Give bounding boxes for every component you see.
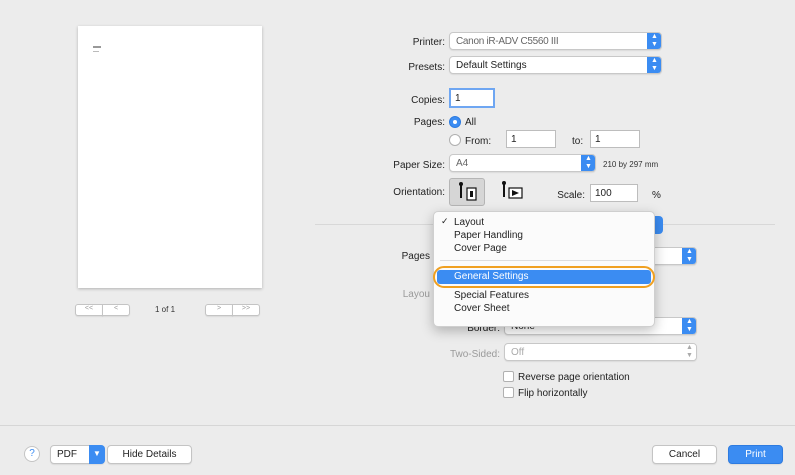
printer-value: Canon iR-ADV C5560 III	[456, 36, 559, 47]
chevron-updown-icon: ▲ ▼	[647, 57, 661, 73]
preview-content-mark	[93, 51, 99, 52]
presets-label: Presets:	[408, 62, 445, 73]
menu-item-paper-handling[interactable]: Paper Handling	[454, 230, 523, 241]
print-button[interactable]: Print	[728, 445, 783, 464]
copies-input[interactable]: 1	[449, 88, 495, 108]
next-page-button[interactable]: >	[205, 304, 233, 316]
previous-page-button[interactable]: <	[102, 304, 130, 316]
help-button[interactable]: ?	[24, 446, 40, 462]
chevron-updown-icon: ▲ ▼	[647, 33, 661, 49]
pdf-label: PDF	[57, 449, 77, 460]
pages-to-label: to:	[572, 136, 584, 147]
printer-select[interactable]: Canon iR-ADV C5560 III ▲ ▼	[449, 32, 662, 50]
flip-horizontally-label: Flip horizontally	[518, 388, 588, 399]
cancel-button[interactable]: Cancel	[652, 445, 717, 464]
pdf-menu-button[interactable]: PDF ▼	[50, 445, 105, 464]
pages-to-input[interactable]: 1	[590, 130, 640, 148]
paper-size-select[interactable]: A4 ▲ ▼	[449, 154, 596, 172]
orientation-label: Orientation:	[393, 187, 445, 198]
paper-dimensions: 210 by 297 mm	[603, 160, 659, 169]
chevron-down-icon: ▼	[89, 445, 105, 464]
menu-item-layout[interactable]: Layout	[454, 217, 484, 228]
preview-page	[78, 26, 262, 288]
pages-from-input[interactable]: 1	[506, 130, 556, 148]
orientation-landscape-button[interactable]	[495, 178, 531, 206]
last-page-button[interactable]: >>	[232, 304, 260, 316]
chevron-updown-icon: ▲ ▼	[682, 344, 696, 360]
chevron-updown-icon: ▲ ▼	[682, 248, 696, 264]
preview-content-mark	[93, 46, 101, 48]
landscape-orientation-icon	[502, 181, 523, 199]
scale-unit: %	[652, 190, 661, 201]
presets-select[interactable]: Default Settings ▲ ▼	[449, 56, 662, 74]
help-icon: ?	[29, 448, 35, 459]
paper-size-value: A4	[456, 158, 469, 169]
pages-all-label: All	[465, 117, 477, 128]
copies-label: Copies:	[411, 95, 445, 106]
printer-label: Printer:	[412, 37, 445, 48]
layout-direction-label: Layou	[402, 289, 430, 300]
two-sided-label: Two-Sided:	[449, 349, 500, 360]
menu-item-cover-sheet[interactable]: Cover Sheet	[454, 303, 510, 314]
orientation-portrait-button[interactable]	[449, 178, 485, 206]
reverse-orientation-checkbox[interactable]	[503, 371, 514, 382]
reverse-orientation-label: Reverse page orientation	[518, 372, 630, 383]
presets-value: Default Settings	[456, 60, 527, 71]
first-page-button[interactable]: <<	[75, 304, 103, 316]
two-sided-value: Off	[511, 347, 525, 358]
pages-per-sheet-label: Pages	[401, 251, 430, 262]
paper-size-label: Paper Size:	[393, 160, 445, 171]
page-indicator: 1 of 1	[155, 305, 176, 314]
flip-horizontally-checkbox[interactable]	[503, 387, 514, 398]
pages-all-radio[interactable]	[449, 116, 461, 128]
two-sided-select[interactable]: Off ▲ ▼	[504, 343, 697, 361]
pages-from-radio[interactable]	[449, 134, 461, 146]
menu-item-special-features[interactable]: Special Features	[454, 290, 529, 301]
chevron-updown-icon: ▲ ▼	[682, 318, 696, 334]
chevron-updown-icon: ▲ ▼	[581, 155, 595, 171]
scale-input[interactable]: 100	[590, 184, 638, 202]
pages-from-label: From:	[465, 136, 492, 147]
footer-divider	[0, 425, 795, 426]
menu-item-cover-page[interactable]: Cover Page	[454, 243, 507, 254]
section-dropdown-menu: ✓ Layout Paper Handling Cover Page Gener…	[433, 211, 655, 327]
highlight-ring	[433, 266, 655, 288]
hide-details-button[interactable]: Hide Details	[107, 445, 192, 464]
checkmark-icon: ✓	[441, 216, 449, 226]
scale-label: Scale:	[557, 190, 585, 201]
portrait-orientation-icon	[459, 182, 477, 201]
menu-separator	[440, 260, 648, 261]
pages-label: Pages:	[413, 117, 445, 128]
